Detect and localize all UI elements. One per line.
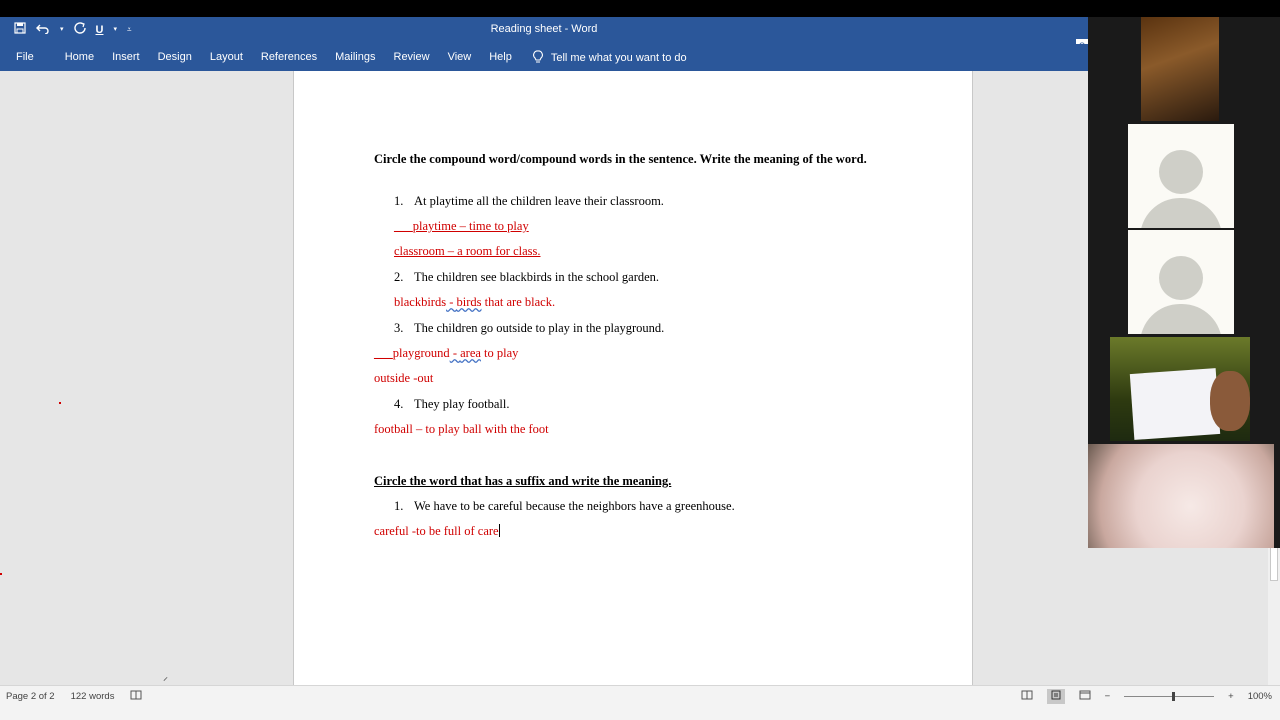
held-paper	[1129, 368, 1221, 440]
avatar-placeholder	[1128, 230, 1234, 334]
question-number: 1.	[394, 194, 404, 208]
ink-dot	[59, 402, 61, 404]
participant-video-1	[1141, 17, 1219, 121]
status-bar: Page 2 of 2 122 words − + 100%	[0, 685, 1280, 720]
answer-3b: outside -out	[374, 371, 434, 385]
answer-text: careful -to be full of care	[374, 524, 499, 538]
tell-me-label: Tell me what you want to do	[550, 51, 687, 64]
answer-text: that are black.	[481, 295, 556, 309]
answer-1b: classroom – a room for class.	[394, 244, 541, 258]
question-number: 3.	[394, 321, 404, 335]
heading-compound-words: Circle the compound word/compound words …	[374, 152, 867, 166]
print-layout-icon[interactable]	[1046, 689, 1065, 704]
participant-video-4	[1110, 337, 1250, 441]
tab-review[interactable]: Review	[385, 44, 439, 71]
answer-text: playtime – time to play	[412, 219, 529, 233]
status-right: − + 100%	[1021, 689, 1272, 704]
window-title: Reading sheet - Word	[490, 23, 598, 35]
read-mode-icon[interactable]	[1021, 690, 1033, 703]
tab-design[interactable]: Design	[149, 44, 201, 71]
participant-tile-1[interactable]	[1088, 17, 1274, 121]
answer-text: playground	[392, 346, 450, 360]
word-count[interactable]: 122 words	[71, 691, 115, 702]
tab-insert[interactable]: Insert	[103, 44, 149, 71]
answer-2: blackbirds - birds that are black.	[394, 295, 555, 310]
participant-tile-5[interactable]	[1088, 444, 1274, 548]
question-number: 2.	[394, 270, 404, 284]
answer-1a: ___playtime – time to play	[394, 219, 529, 234]
question-4: 4. They play football.	[394, 397, 509, 412]
screen-top-bar	[0, 0, 1280, 17]
tab-layout[interactable]: Layout	[201, 44, 252, 71]
zoom-out-icon[interactable]: −	[1105, 691, 1111, 702]
tab-help[interactable]: Help	[480, 44, 521, 71]
avatar-placeholder	[1128, 124, 1234, 228]
heading-suffix: Circle the word that has a suffix and wr…	[374, 474, 672, 488]
question-2: 2. The children see blackbirds in the sch…	[394, 270, 659, 285]
question-3: 3. The children go outside to play in the…	[394, 321, 664, 336]
answer-3a: ___playground - area to play	[374, 346, 518, 361]
answer-text: -	[449, 346, 461, 360]
tab-file[interactable]: File	[0, 44, 56, 71]
question-text: They play football.	[414, 397, 510, 411]
video-participants-panel	[1088, 17, 1280, 548]
document-page[interactable]: Circle the compound word/compound words …	[293, 71, 973, 685]
tab-view[interactable]: View	[439, 44, 481, 71]
proofing-icon[interactable]	[130, 690, 142, 703]
tab-references[interactable]: References	[252, 44, 326, 71]
text-cursor	[498, 524, 500, 537]
avatar-body	[1140, 198, 1222, 228]
avatar-head	[1159, 150, 1203, 194]
title-bar: ▾ U ▾ ⩡ Reading sheet - Word	[0, 17, 1088, 44]
answer-text: birds	[456, 295, 482, 309]
tell-me-box[interactable]: Tell me what you want to do	[532, 49, 687, 66]
avatar-body	[1140, 304, 1222, 334]
question-text: At playtime all the children leave their…	[414, 194, 664, 208]
answer-text: -	[446, 295, 457, 309]
answer-blank: ___	[394, 219, 413, 233]
answer-text: blackbirds	[394, 295, 447, 309]
tab-mailings[interactable]: Mailings	[326, 44, 384, 71]
participant-tile-2[interactable]	[1088, 124, 1274, 228]
question-1: 1. At playtime all the children leave the…	[394, 194, 664, 209]
tab-home[interactable]: Home	[56, 44, 103, 71]
page-count[interactable]: Page 2 of 2	[6, 691, 55, 702]
participant-tile-4[interactable]	[1088, 337, 1274, 441]
question-number: 1.	[394, 499, 404, 513]
question-number: 4.	[394, 397, 404, 411]
zoom-in-icon[interactable]: +	[1228, 691, 1234, 702]
mouse-pointer: ⸝	[163, 672, 168, 683]
participant-video-5	[1088, 444, 1274, 548]
web-layout-icon[interactable]	[1079, 690, 1091, 703]
answer-text: area	[460, 346, 481, 360]
ribbon-tabs: File Home Insert Design Layout Reference…	[0, 44, 1088, 71]
zoom-level[interactable]: 100%	[1248, 691, 1272, 702]
answer-text: to play	[480, 346, 519, 360]
answer-4: football – to play ball with the foot	[374, 422, 549, 436]
lightbulb-icon	[532, 49, 543, 66]
document-area: ⸝ Circle the compound word/compound word…	[0, 71, 1268, 685]
question-text: We have to be careful because the neighb…	[414, 499, 735, 513]
suffix-question-1: 1. We have to be careful because the neig…	[394, 499, 735, 514]
question-text: The children see blackbirds in the schoo…	[414, 270, 660, 284]
participant-tile-3[interactable]	[1088, 230, 1274, 334]
suffix-answer-1: careful -to be full of care	[374, 524, 500, 539]
zoom-slider[interactable]	[1124, 692, 1215, 701]
answer-blank: ___	[374, 346, 393, 360]
participant-face	[1210, 371, 1250, 431]
avatar-head	[1159, 256, 1203, 300]
question-text: The children go outside to play in the p…	[414, 321, 665, 335]
status-left: Page 2 of 2 122 words	[6, 690, 142, 703]
ink-dot	[0, 573, 2, 575]
zoom-slider-thumb[interactable]	[1172, 692, 1176, 701]
